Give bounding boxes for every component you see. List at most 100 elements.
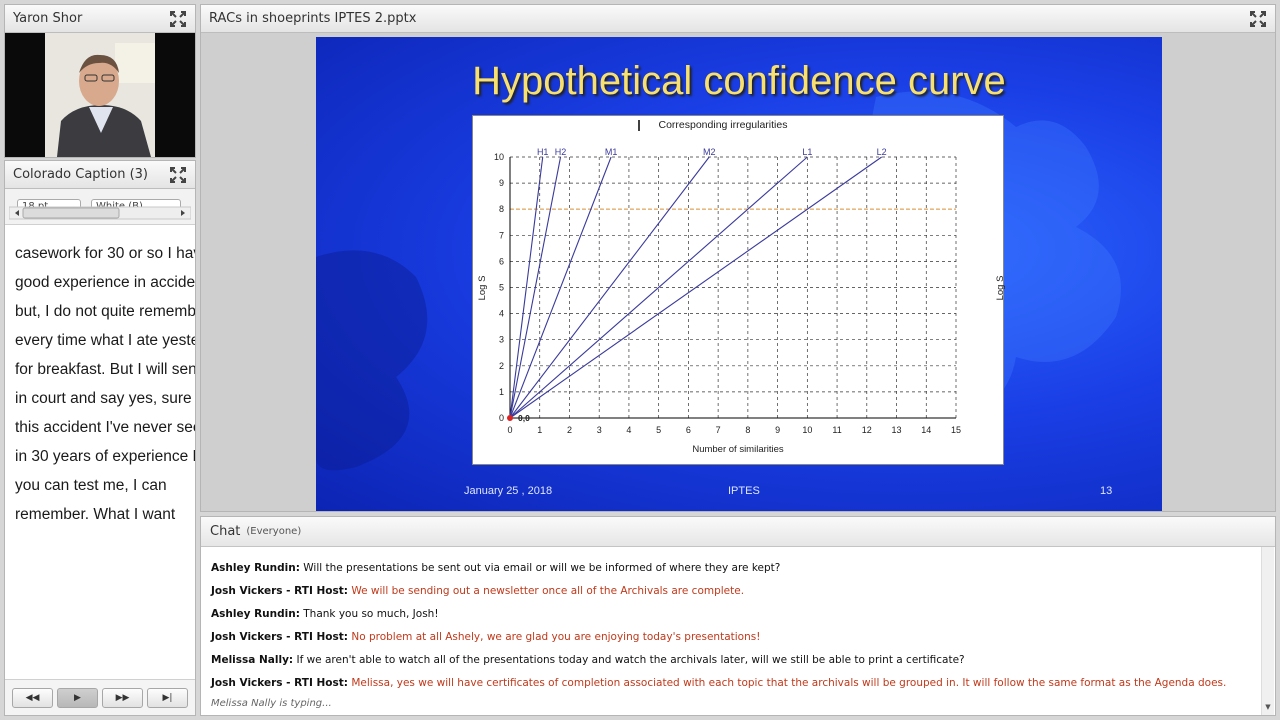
caption-line: this accident I've never seen bbox=[15, 419, 195, 436]
scroll-thumb[interactable] bbox=[22, 207, 120, 219]
y-tick-label: 1 bbox=[499, 387, 504, 397]
chat-message: Ashley Rundin: Will the presentations be… bbox=[211, 562, 1261, 575]
next-page-button[interactable]: ▶▶ bbox=[102, 687, 143, 708]
origin-point bbox=[507, 415, 513, 421]
y-tick-label: 9 bbox=[499, 178, 504, 188]
caption-line: every time what I ate yesterday bbox=[15, 332, 195, 349]
chart-series: H1 H2 M1 M2 L1 L2 0,0 bbox=[507, 147, 887, 423]
caption-line: in 30 years of experience Plus bbox=[15, 448, 195, 465]
chart-grid bbox=[509, 156, 957, 419]
skip-forward-icon: ▶▶ bbox=[115, 692, 130, 703]
x-tick-label: 8 bbox=[745, 425, 750, 435]
skip-back-icon: ◀◀ bbox=[25, 692, 40, 703]
series-label: M2 bbox=[703, 147, 716, 157]
chat-sender: Josh Vickers - RTI Host: bbox=[211, 631, 348, 643]
chat-text: If we aren't able to watch all of the pr… bbox=[296, 654, 965, 666]
chat-message: Melissa Nally: If we aren't able to watc… bbox=[211, 654, 1261, 667]
series-label: M1 bbox=[605, 147, 618, 157]
y-axis-label: Log S bbox=[477, 276, 488, 301]
x-tick-label: 6 bbox=[686, 425, 691, 435]
y-tick-label: 4 bbox=[499, 309, 504, 319]
chat-message: Josh Vickers - RTI Host: No problem at a… bbox=[211, 631, 1261, 644]
series-label: H1 bbox=[537, 147, 549, 157]
x-tick-label: 13 bbox=[892, 425, 902, 435]
chat-scope[interactable]: (Everyone) bbox=[246, 526, 301, 537]
caption-line: in court and say yes, sure bbox=[15, 390, 192, 407]
play-icon: ▶ bbox=[74, 692, 81, 703]
chat-pod: Chat (Everyone) Ashley Rundin: Will the … bbox=[200, 516, 1276, 716]
series-label: L2 bbox=[877, 147, 887, 157]
expand-icon[interactable] bbox=[169, 10, 187, 28]
chat-text: Will the presentations be sent out via e… bbox=[303, 562, 781, 574]
caption-horizontal-scrollbar[interactable] bbox=[8, 205, 192, 220]
y-tick-label: 2 bbox=[499, 361, 504, 371]
expand-icon[interactable] bbox=[169, 166, 187, 184]
chat-messages: Ashley Rundin: Will the presentations be… bbox=[201, 547, 1261, 715]
first-page-button[interactable]: ◀◀ bbox=[12, 687, 53, 708]
share-pod-title: RACs in shoeprints IPTES 2.pptx bbox=[209, 11, 417, 26]
series-label: L1 bbox=[802, 147, 812, 157]
chat-sender: Melissa Nally: bbox=[211, 654, 294, 666]
caption-line: good experience in accidentals bbox=[15, 274, 195, 291]
slide-page-number: 13 bbox=[1100, 485, 1113, 497]
chat-text: We will be sending out a newsletter once… bbox=[351, 585, 745, 597]
camera-pod-title: Yaron Shor bbox=[13, 11, 83, 26]
expand-icon[interactable] bbox=[1249, 10, 1267, 28]
chat-vertical-scrollbar[interactable]: ▼ bbox=[1261, 547, 1274, 715]
camera-pod: Yaron Shor bbox=[4, 4, 196, 158]
caption-pod-title: Colorado Caption (3) bbox=[13, 167, 148, 182]
chart-title: Corresponding irregularities bbox=[659, 119, 788, 131]
x-tick-label: 14 bbox=[921, 425, 931, 435]
webcam-presenter-image bbox=[5, 33, 195, 157]
confidence-chart: Corresponding irregularities 01234567891… bbox=[477, 119, 1006, 455]
chart-container: Corresponding irregularities 01234567891… bbox=[472, 115, 1006, 465]
slide-title: Hypothetical confidence curve bbox=[472, 59, 1006, 103]
play-button[interactable]: ▶ bbox=[57, 687, 98, 708]
x-tick-label: 3 bbox=[597, 425, 602, 435]
series-line-h1 bbox=[509, 156, 544, 419]
chat-text: Thank you so much, Josh! bbox=[303, 608, 439, 620]
x-tick-label: 5 bbox=[656, 425, 661, 435]
presentation-slide: Hypothetical confidence curve Correspond… bbox=[316, 37, 1162, 511]
x-tick-label: 10 bbox=[802, 425, 812, 435]
x-tick-label: 7 bbox=[716, 425, 721, 435]
caption-line: you can test me, I can bbox=[15, 477, 167, 494]
chat-text: Melissa, yes we will have certificates o… bbox=[351, 677, 1227, 689]
caption-text-area: casework for 30 or so I have a good expe… bbox=[5, 231, 195, 679]
caption-line: but, I do not quite remember bbox=[15, 303, 195, 320]
caption-line: remember. What I want bbox=[15, 506, 176, 523]
y-tick-label: 0 bbox=[499, 413, 504, 423]
x-tick-label: 15 bbox=[951, 425, 961, 435]
caption-line: for breakfast. But I will send bbox=[15, 361, 195, 378]
x-tick-label: 11 bbox=[832, 425, 841, 435]
chat-pod-header: Chat (Everyone) bbox=[201, 517, 1275, 547]
chat-message: Ashley Rundin: Thank you so much, Josh! bbox=[211, 608, 1261, 621]
chat-sender: Ashley Rundin: bbox=[211, 608, 300, 620]
slide-footer-date: January 25 , 2018 bbox=[464, 485, 553, 497]
chat-message: Josh Vickers - RTI Host: We will be send… bbox=[211, 585, 1261, 598]
y-tick-label: 7 bbox=[499, 230, 504, 240]
share-content-area: Hypothetical confidence curve Correspond… bbox=[201, 33, 1275, 511]
slide-footer-center: IPTES bbox=[728, 485, 760, 497]
x-tick-label: 12 bbox=[862, 425, 872, 435]
typing-indicator: Melissa Nally is typing... bbox=[211, 698, 332, 709]
skip-end-icon: ▶| bbox=[162, 692, 173, 703]
caption-pod-header: Colorado Caption (3) bbox=[5, 161, 195, 189]
last-page-button[interactable]: ▶| bbox=[147, 687, 188, 708]
scroll-down-icon[interactable]: ▼ bbox=[1263, 701, 1273, 713]
webcam-video bbox=[5, 33, 195, 157]
share-pod: RACs in shoeprints IPTES 2.pptx Hypothet… bbox=[200, 4, 1276, 512]
origin-label: 0,0 bbox=[518, 413, 530, 423]
y-tick-label: 10 bbox=[494, 152, 504, 162]
x-tick-label: 0 bbox=[507, 425, 512, 435]
y-tick-label: 6 bbox=[499, 256, 504, 266]
camera-pod-header: Yaron Shor bbox=[5, 5, 195, 33]
chat-sender: Josh Vickers - RTI Host: bbox=[211, 585, 348, 597]
y-tick-label: 8 bbox=[499, 204, 504, 214]
x-tick-label: 1 bbox=[537, 425, 542, 435]
chat-text: No problem at all Ashely, we are glad yo… bbox=[351, 631, 761, 643]
x-axis-label: Number of similarities bbox=[692, 444, 784, 455]
y-tick-label: 5 bbox=[499, 283, 504, 293]
caption-pod: Colorado Caption (3) 18 pt White (B) cas… bbox=[4, 160, 196, 716]
series-label: H2 bbox=[555, 147, 567, 157]
